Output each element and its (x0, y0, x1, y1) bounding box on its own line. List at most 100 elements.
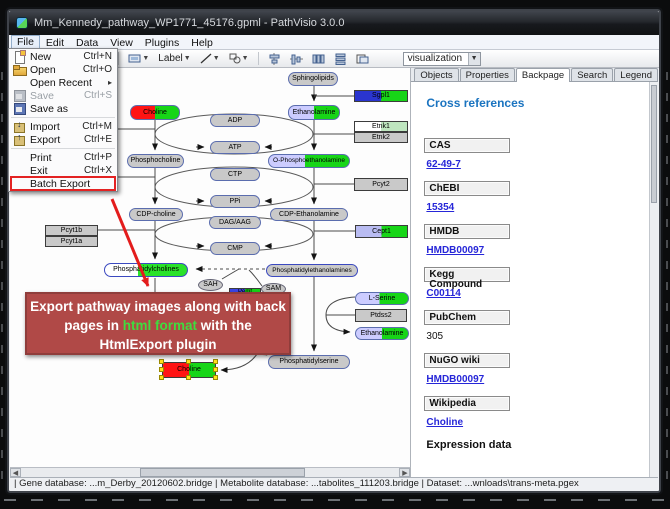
pathway-node-ptdss2[interactable]: Ptdss2 (355, 309, 407, 322)
xref-title: ChEBI (424, 181, 510, 196)
menu-plugins[interactable]: Plugins (139, 35, 185, 49)
pathway-node-pcyt1a[interactable]: Pcyt1a (45, 236, 98, 247)
panel-vertical-scrollbar[interactable] (649, 82, 658, 477)
xref-link[interactable]: Choline (426, 417, 658, 428)
selection-handle[interactable] (186, 375, 191, 380)
pathway-node-dag-aag[interactable]: DAG/AAG (209, 216, 261, 229)
xref-link[interactable]: 15354 (426, 202, 658, 213)
xref-section-pubchem: PubChem305 (424, 310, 658, 342)
callout-line1: Export pathway images along with back (27, 297, 289, 316)
chevron-down-icon[interactable]: ▼ (184, 55, 191, 62)
chevron-down-icon[interactable]: ▼ (142, 55, 149, 62)
menu-view[interactable]: View (104, 35, 139, 49)
file-menu-item-batch-export[interactable]: Batch Export (9, 177, 117, 190)
pathway-node-cept1[interactable]: Cept1 (355, 225, 408, 238)
selection-handle[interactable] (159, 375, 164, 380)
selection-handle[interactable] (186, 359, 191, 364)
label-tool-button[interactable]: Label ▼ (155, 51, 193, 66)
shapes-icon (229, 53, 241, 64)
file-menu-item-exit[interactable]: ExitCtrl+X (9, 164, 117, 177)
menu-edit[interactable]: Edit (40, 35, 70, 49)
selection-handle[interactable] (213, 359, 218, 364)
titlebar[interactable]: Mm_Kennedy_pathway_WP1771_45176.gpml - P… (9, 11, 659, 35)
xref-section-nugo-wiki: NuGO wikiHMDB00097 (424, 353, 658, 385)
tab-search[interactable]: Search (571, 68, 613, 81)
pathway-node-sphingolipids[interactable]: Sphingolipids (288, 72, 338, 86)
menu-file[interactable]: File (11, 35, 40, 49)
pathway-node-choline[interactable]: Choline (130, 105, 180, 120)
xref-link[interactable]: HMDB00097 (426, 245, 658, 256)
datanode-icon (128, 53, 141, 64)
pathway-node-phosphatidylserine[interactable]: Phosphatidylserine (268, 355, 350, 369)
pathway-node-sah[interactable]: SAH (198, 279, 223, 291)
selection-handle[interactable] (159, 359, 164, 364)
pathway-node-ethanolamine[interactable]: Ethanolamine (355, 327, 409, 340)
pathway-node-o-phosphoethanolamine[interactable]: O-Phosphoethanolamine (268, 154, 350, 168)
menu-separator (11, 148, 115, 149)
selection-handle[interactable] (159, 367, 164, 372)
xref-link[interactable]: 62-49-7 (426, 159, 658, 170)
menu-help[interactable]: Help (185, 35, 219, 49)
open-folder-icon (12, 64, 27, 75)
file-menu-item-export[interactable]: ExportCtrl+E (9, 133, 117, 146)
scrollbar-thumb[interactable] (140, 468, 305, 477)
file-menu-item-print[interactable]: PrintCtrl+P (9, 151, 117, 164)
chevron-down-icon[interactable]: ▼ (468, 53, 480, 65)
align-center-vertical-button[interactable] (287, 51, 306, 66)
pathway-node-cmp[interactable]: CMP (210, 242, 260, 255)
pathway-node-ctp[interactable]: CTP (210, 168, 260, 181)
file-menu-item-save[interactable]: SaveCtrl+S (9, 89, 117, 102)
pathway-node-pcyt1b[interactable]: Pcyt1b (45, 225, 98, 236)
selection-handle[interactable] (213, 375, 218, 380)
file-menu-item-open-recent[interactable]: Open Recent▸ (9, 76, 117, 89)
chevron-down-icon[interactable]: ▼ (242, 55, 249, 62)
pathway-node-l-serine[interactable]: L-Serine (355, 292, 409, 305)
file-menu-item-new[interactable]: NewCtrl+N (9, 50, 117, 63)
pathway-node-atp[interactable]: ATP (210, 141, 260, 154)
align-center-horizontal-button[interactable] (265, 51, 284, 66)
common-size-button[interactable] (353, 51, 372, 66)
chevron-down-icon[interactable]: ▼ (213, 55, 220, 62)
xref-link[interactable]: HMDB00097 (426, 374, 658, 385)
canvas-horizontal-scrollbar[interactable]: ◀ ▶ (10, 467, 411, 477)
menu-data[interactable]: Data (70, 35, 104, 49)
distribute-vertical-button[interactable] (331, 51, 350, 66)
menu-item-label: Batch Export (30, 178, 90, 190)
pathway-node-etnk1[interactable]: Etnk1 (354, 121, 408, 132)
pathway-node-phosphatidylethanolamines[interactable]: Phosphatidylethanolamines (266, 264, 358, 277)
file-menu-item-import[interactable]: ImportCtrl+M (9, 120, 117, 133)
submenu-arrow-icon: ▸ (108, 78, 112, 87)
pathway-node-ppi[interactable]: PPi (210, 195, 260, 208)
save-as-icon (12, 103, 27, 114)
datanode-button[interactable]: ▼ (125, 51, 152, 66)
pathway-node-pcyt2[interactable]: Pcyt2 (354, 178, 408, 191)
tab-legend[interactable]: Legend (614, 68, 658, 81)
file-menu: NewCtrl+NOpenCtrl+OOpen Recent▸SaveCtrl+… (8, 48, 118, 192)
xref-title: PubChem (424, 310, 510, 325)
line-tool-button[interactable]: ▼ (197, 51, 223, 66)
tab-properties[interactable]: Properties (460, 68, 515, 81)
file-menu-item-open[interactable]: OpenCtrl+O (9, 63, 117, 76)
callout-highlight: html format (123, 318, 197, 333)
pathway-node-phosphocholine[interactable]: Phosphocholine (127, 154, 184, 168)
distribute-horizontal-button[interactable] (309, 51, 328, 66)
pathway-node-ethanolamine[interactable]: Ethanolamine (288, 105, 340, 120)
pathway-node-adp[interactable]: ADP (210, 114, 260, 127)
menu-item-label: New (30, 51, 51, 63)
pathway-node-sgpl1[interactable]: Sgpl1 (354, 90, 408, 102)
selection-handle[interactable] (213, 367, 218, 372)
tab-objects[interactable]: Objects (414, 68, 458, 81)
scroll-left-icon[interactable]: ◀ (10, 468, 21, 477)
pathway-node-cdp-choline[interactable]: CDP-choline (129, 208, 183, 221)
file-menu-item-save-as[interactable]: Save as (9, 102, 117, 115)
scroll-right-icon[interactable]: ▶ (399, 468, 410, 477)
pathway-node-phosphatidylcholines[interactable]: Phosphatidylcholines (104, 263, 188, 277)
visualization-combobox[interactable]: visualization ▼ (403, 52, 481, 66)
scrollbar-thumb[interactable] (651, 85, 657, 203)
shape-tool-button[interactable]: ▼ (226, 51, 252, 66)
menu-item-label: Save as (30, 103, 68, 115)
pathway-node-cdp-ethanolamine[interactable]: CDP-Ethanolamine (270, 208, 348, 221)
pathway-node-etnk2[interactable]: Etnk2 (354, 132, 408, 143)
xref-section-chebi: ChEBI 15354 (424, 181, 658, 213)
tab-backpage[interactable]: Backpage (516, 68, 570, 82)
